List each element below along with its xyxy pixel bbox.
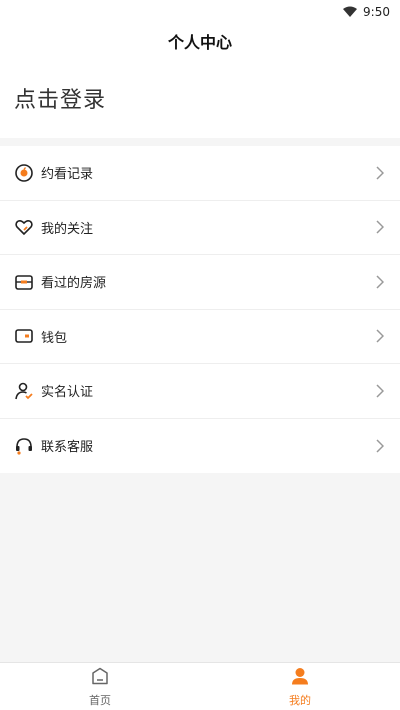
menu-item-label: 实名认证 [41,385,94,401]
chevron-right-icon [374,439,386,453]
menu-item-appointment-records[interactable]: 约看记录 [0,146,400,201]
user-verify-icon [14,381,34,401]
chevron-right-icon [374,384,386,398]
menu-list: 约看记录 我的关注 看过的房源 钱包 实名认证 联系客服 [0,146,400,473]
chevron-right-icon [374,220,386,234]
page-title-text: 个人中心 [167,33,232,52]
status-time: 9:50 [363,5,390,19]
menu-item-label: 看过的房源 [41,276,107,292]
heart-icon [14,217,34,237]
tab-mine[interactable]: 我的 [200,663,400,710]
house-icon [14,272,34,292]
wallet-icon [14,326,34,346]
chevron-right-icon [374,166,386,180]
user-icon [290,666,310,690]
menu-item-label: 钱包 [41,330,68,346]
menu-item-label: 我的关注 [41,221,94,237]
chevron-right-icon [374,329,386,343]
menu-item-my-follows[interactable]: 我的关注 [0,201,400,255]
menu-item-real-name-verification[interactable]: 实名认证 [0,364,400,419]
tab-label: 首页 [89,693,111,707]
tab-home[interactable]: 首页 [0,663,200,710]
menu-item-label: 联系客服 [41,440,94,456]
home-icon [90,666,110,690]
menu-item-contact-support[interactable]: 联系客服 [0,419,400,474]
menu-item-viewed-listings[interactable]: 看过的房源 [0,255,400,310]
status-bar: 9:50 [0,0,400,24]
headset-icon [14,436,34,456]
record-icon [14,163,34,183]
tab-label: 我的 [289,693,311,707]
wifi-icon [343,6,358,18]
page-title: 个人中心 [0,24,400,58]
login-button[interactable]: 点击登录 [0,58,400,138]
menu-item-label: 约看记录 [41,167,94,183]
chevron-right-icon [374,275,386,289]
menu-item-wallet[interactable]: 钱包 [0,310,400,364]
login-prompt: 点击登录 [14,88,107,113]
bottom-tab-bar: 首页 我的 [0,662,400,710]
